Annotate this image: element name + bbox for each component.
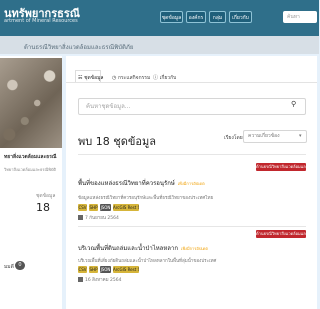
- format-badge-json[interactable]: JSON: [100, 204, 111, 211]
- organization-image: [0, 58, 62, 148]
- tab-activity-label: กระแสกิจกรรม: [117, 75, 151, 81]
- site-subtitle: artment of Mineral Resources: [4, 18, 78, 24]
- format-badge-json[interactable]: JSON: [100, 266, 111, 273]
- recent-badge: เพิ่งมีการอัปเดต: [181, 246, 208, 251]
- organization-description: วิทยาสิ่งแวดล้อมและธรณีพิบัติ: [4, 167, 57, 172]
- info-icon: ⓘ: [153, 75, 159, 81]
- format-badge-shp[interactable]: SHP: [89, 266, 98, 273]
- sort-label: เรียงโดย: [224, 135, 243, 141]
- nav-organizations-button[interactable]: องค์กร: [186, 11, 206, 23]
- activity-icon: ◷: [112, 75, 117, 81]
- breadcrumb-bar: ด้านธรณีวิทยาสิ่งแวดล้อมและธรณีพิบัติภัย: [0, 36, 319, 54]
- format-badge-csv[interactable]: CSV: [78, 266, 87, 273]
- tab-datasets[interactable]: ☵ ชุดข้อมูล: [78, 74, 104, 82]
- main-content: ☵ ชุดข้อมูล ◷ กระแสกิจกรรม ⓘ เกี่ยวกับ ค…: [66, 56, 317, 309]
- dataset-item-title[interactable]: พื้นที่ของแหล่งธรณีวิทยาที่ควรอนุรักษ์ เพ…: [78, 178, 205, 188]
- tab-divider: [66, 82, 317, 83]
- dataset-description: บริเวณพื้นที่เสี่ยงภัยดินถล่มและน้ำป่าไห…: [78, 259, 217, 264]
- format-badge-shp[interactable]: SHP: [89, 204, 98, 211]
- sort-select[interactable]: ความเกี่ยวข้อง: [243, 130, 307, 143]
- sidebar-item-count-badge: 0: [15, 261, 25, 270]
- format-badge-arcgis[interactable]: ArcGIS Rest Service: [113, 266, 139, 273]
- organization-name: ทยาสิ่งแวดล้อมและธรณี: [4, 154, 57, 160]
- dataset-date-text: 7 กันยายน 2564: [85, 216, 119, 221]
- organization-badge[interactable]: ด้านธรณีวิทยาสิ่งแวดล้อมและธรณีพิบัติภัย: [256, 230, 306, 238]
- format-badge-arcgis[interactable]: ArcGIS Rest Service: [113, 204, 139, 211]
- dataset-title-text[interactable]: พื้นที่ของแหล่งธรณีวิทยาที่ควรอนุรักษ์: [78, 180, 175, 187]
- dataset-title-text[interactable]: บริเวณพื้นที่ดินถล่มและน้ำป่าไหลหลาก: [78, 245, 178, 252]
- nav-groups-button[interactable]: กลุ่ม: [209, 11, 226, 23]
- dataset-date: 7 กันยายน 2564: [78, 214, 119, 221]
- search-icon[interactable]: ⚲: [291, 100, 296, 108]
- dataset-count-label: ชุดข้อมูล: [36, 193, 56, 199]
- header-search-input[interactable]: ค้นหา: [283, 11, 317, 23]
- sidebar-item-label[interactable]: มมดี: [4, 263, 14, 271]
- dataset-date-text: 16 สิงหาคม 2564: [85, 278, 122, 283]
- list-divider: [78, 226, 306, 227]
- dataset-date: 16 สิงหาคม 2564: [78, 276, 121, 283]
- dataset-count-value: 18: [36, 201, 50, 214]
- recent-badge: เพิ่งมีการอัปเดต: [177, 181, 205, 186]
- nav-datasets-button[interactable]: ชุดข้อมูล: [160, 11, 183, 23]
- dataset-search-input[interactable]: ค้นหาชุดข้อมูล...: [78, 98, 306, 115]
- format-badge-csv[interactable]: CSV: [78, 204, 87, 211]
- sitemap-icon: ☵: [78, 75, 83, 81]
- result-count: พบ 18 ชุดข้อมูล: [78, 135, 156, 148]
- nav-about-button[interactable]: เกี่ยวกับ: [229, 11, 252, 23]
- tab-activity[interactable]: ◷ กระแสกิจกรรม: [112, 74, 150, 82]
- organization-sidebar: ทยาสิ่งแวดล้อมและธรณี วิทยาสิ่งแวดล้อมแล…: [0, 56, 62, 309]
- calendar-icon: [78, 215, 83, 220]
- list-divider: [78, 154, 306, 155]
- dataset-item-title[interactable]: บริเวณพื้นที่ดินถล่มและน้ำป่าไหลหลาก เพิ่…: [78, 243, 208, 253]
- chevron-down-icon: ▾: [299, 133, 302, 139]
- organization-badge[interactable]: ด้านธรณีวิทยาสิ่งแวดล้อมและธรณีพิบัติภัย: [256, 163, 306, 171]
- tab-about-label: เกี่ยวกับ: [159, 75, 177, 81]
- dataset-description: ข้อมูลแหล่งธรณีวิทยาที่ควรอนุรักษ์และพื้…: [78, 196, 214, 201]
- breadcrumb[interactable]: ด้านธรณีวิทยาสิ่งแวดล้อมและธรณีพิบัติภัย: [24, 42, 133, 52]
- calendar-icon: [78, 277, 83, 282]
- tab-about[interactable]: ⓘ เกี่ยวกับ: [153, 74, 176, 82]
- top-header: นทรัพยากรธรณี artment of Mineral Resourc…: [0, 0, 319, 36]
- tab-datasets-label: ชุดข้อมูล: [84, 75, 104, 81]
